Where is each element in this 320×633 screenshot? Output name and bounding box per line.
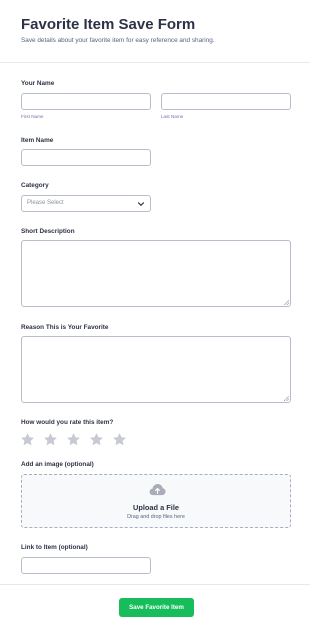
footer-divider <box>0 584 310 585</box>
your-name-label: Your Name <box>21 80 55 87</box>
item-name-label: Item Name <box>21 137 54 144</box>
category-select[interactable]: Please Select <box>21 195 151 212</box>
reason-textarea[interactable] <box>21 336 291 403</box>
chevron-down-icon <box>137 202 145 206</box>
resize-handle-icon[interactable] <box>284 300 289 305</box>
rating-label: How would you rate this item? <box>21 419 114 426</box>
upload-hint: Drag and drop files here <box>127 514 185 520</box>
first-name-input[interactable] <box>21 93 151 110</box>
form-subtitle: Save details about your favorite item fo… <box>21 37 215 44</box>
link-label: Link to Item (optional) <box>21 544 88 551</box>
star-icon[interactable] <box>89 432 104 447</box>
upload-title: Upload a File <box>133 503 179 512</box>
category-selected-value: Please Select <box>27 200 64 206</box>
star-icon[interactable] <box>20 432 35 447</box>
form-title: Favorite Item Save Form <box>21 16 196 33</box>
reason-label: Reason This is Your Favorite <box>21 324 109 331</box>
last-name-input[interactable] <box>161 93 291 110</box>
first-name-sublabel: First Name <box>21 114 44 119</box>
item-name-input[interactable] <box>21 149 151 166</box>
star-icon[interactable] <box>112 432 127 447</box>
last-name-sublabel: Last Name <box>161 114 184 119</box>
short-description-textarea[interactable] <box>21 240 291 307</box>
file-upload-dropzone[interactable]: Upload a File Drag and drop files here <box>21 474 291 528</box>
star-icon[interactable] <box>66 432 81 447</box>
link-input[interactable] <box>21 557 151 574</box>
image-label: Add an image (optional) <box>21 461 94 468</box>
cloud-upload-icon <box>149 483 166 496</box>
save-favorite-item-button[interactable]: Save Favorite Item <box>119 598 194 617</box>
star-icon[interactable] <box>43 432 58 447</box>
resize-handle-icon[interactable] <box>284 396 289 401</box>
category-label: Category <box>21 182 49 189</box>
form-header: Favorite Item Save Form Save details abo… <box>0 0 310 63</box>
short-description-label: Short Description <box>21 228 75 235</box>
